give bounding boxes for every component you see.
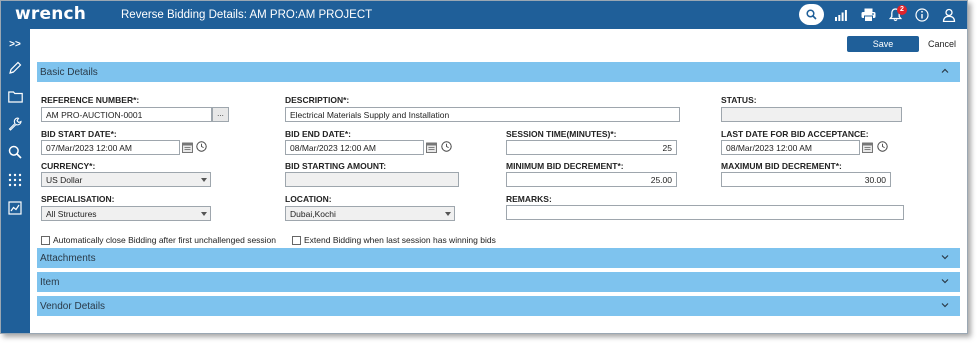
- section-basic-details-label: Basic Details: [40, 67, 98, 78]
- chevron-down-icon: [941, 255, 949, 260]
- bid-starting-amount-label: BID STARTING AMOUNT:: [285, 161, 387, 171]
- sidebar-expand-button[interactable]: >>: [6, 35, 24, 53]
- last-date-input[interactable]: 08/Mar/2023 12:00 AM: [721, 140, 860, 155]
- bid-start-date-input[interactable]: 07/Mar/2023 12:00 AM: [41, 140, 180, 155]
- top-bar: wrench Reverse Bidding Details: AM PRO:A…: [1, 1, 967, 29]
- user-icon[interactable]: [940, 6, 958, 24]
- apps-grid-icon[interactable]: [6, 171, 24, 189]
- location-select[interactable]: Dubai,Kochi: [285, 206, 455, 221]
- printer-icon[interactable]: [859, 6, 877, 24]
- cancel-button[interactable]: Cancel: [925, 36, 959, 52]
- signal-bars-icon[interactable]: [832, 6, 850, 24]
- folder-icon[interactable]: [6, 87, 24, 105]
- specialisation-value: All Structures: [46, 209, 97, 219]
- extend-bidding-label: Extend Bidding when last session has win…: [304, 235, 496, 245]
- section-attachments-label: Attachments: [40, 253, 96, 264]
- remarks-label: REMARKS:: [506, 194, 552, 204]
- bid-starting-amount-input: [285, 172, 459, 187]
- chevron-down-icon: [445, 212, 451, 216]
- auto-close-checkbox[interactable]: Automatically close Bidding after first …: [41, 235, 276, 245]
- last-date-label: LAST DATE FOR BID ACCEPTANCE:: [721, 129, 869, 139]
- auto-close-label: Automatically close Bidding after first …: [53, 235, 277, 245]
- checkbox-box[interactable]: [292, 235, 301, 245]
- min-bid-decrement-label: MINIMUM BID DECREMENT*:: [506, 161, 624, 171]
- save-button[interactable]: Save: [847, 36, 919, 52]
- search-icon: [806, 9, 817, 20]
- clock-icon[interactable]: [877, 141, 888, 152]
- pencil-icon[interactable]: [6, 59, 24, 77]
- section-vendor-details[interactable]: Vendor Details: [37, 296, 960, 316]
- section-basic-details[interactable]: Basic Details: [37, 62, 960, 82]
- specialisation-label: SPECIALISATION:: [41, 194, 115, 204]
- calendar-icon[interactable]: [426, 142, 437, 153]
- calendar-icon[interactable]: [182, 142, 193, 153]
- section-item[interactable]: Item: [37, 272, 960, 292]
- section-item-label: Item: [40, 277, 60, 288]
- section-vendor-details-label: Vendor Details: [40, 301, 106, 312]
- page-title: Reverse Bidding Details: AM PRO:AM PROJE…: [121, 9, 373, 21]
- location-value: Dubai,Kochi: [290, 209, 336, 219]
- chevron-down-icon: [941, 303, 949, 308]
- status-label: STATUS:: [721, 95, 757, 105]
- description-input[interactable]: Electrical Materials Supply and Installa…: [285, 107, 680, 122]
- checkbox-box[interactable]: [41, 235, 50, 245]
- bid-end-date-input[interactable]: 08/Mar/2023 12:00 AM: [285, 140, 424, 155]
- reference-number-label: REFERENCE NUMBER*:: [41, 95, 140, 105]
- clock-icon[interactable]: [196, 141, 207, 152]
- max-bid-decrement-input[interactable]: 30.00: [721, 172, 891, 187]
- currency-label: CURRENCY*:: [41, 161, 96, 171]
- app-logo[interactable]: wrench: [15, 4, 86, 24]
- sidebar-search-icon[interactable]: [6, 143, 24, 161]
- remarks-input[interactable]: [506, 205, 904, 220]
- app-window: wrench Reverse Bidding Details: AM PRO:A…: [0, 0, 968, 334]
- status-input: [721, 107, 902, 122]
- clock-icon[interactable]: [441, 141, 452, 152]
- chevron-down-icon: [201, 178, 207, 182]
- global-search-button[interactable]: [799, 4, 824, 25]
- chart-icon[interactable]: [6, 199, 24, 217]
- max-bid-decrement-label: MAXIMUM BID DECREMENT*:: [721, 161, 842, 171]
- session-time-label: SESSION TIME(MINUTES)*:: [506, 129, 617, 139]
- sidebar: >>: [1, 29, 30, 333]
- extend-bidding-checkbox[interactable]: Extend Bidding when last session has win…: [292, 235, 496, 245]
- currency-select[interactable]: US Dollar: [41, 172, 211, 187]
- specialisation-select[interactable]: All Structures: [41, 206, 211, 221]
- calendar-icon[interactable]: [862, 142, 873, 153]
- notification-badge: 2: [897, 5, 907, 15]
- min-bid-decrement-input[interactable]: 25.00: [506, 172, 677, 187]
- wrench-icon[interactable]: [6, 115, 24, 133]
- bid-start-date-label: BID START DATE*:: [41, 129, 117, 139]
- bid-end-date-label: BID END DATE*:: [285, 129, 351, 139]
- reference-number-input[interactable]: AM PRO-AUCTION-0001: [41, 107, 212, 122]
- description-label: DESCRIPTION*:: [285, 95, 350, 105]
- chevron-down-icon: [941, 279, 949, 284]
- session-time-input[interactable]: 25: [506, 140, 677, 155]
- chevron-up-icon: [941, 68, 949, 73]
- reference-browse-button[interactable]: ...: [212, 107, 229, 122]
- location-label: LOCATION:: [285, 194, 332, 204]
- chevron-down-icon: [201, 212, 207, 216]
- currency-value: US Dollar: [46, 175, 83, 185]
- info-icon[interactable]: [913, 6, 931, 24]
- section-attachments[interactable]: Attachments: [37, 248, 960, 268]
